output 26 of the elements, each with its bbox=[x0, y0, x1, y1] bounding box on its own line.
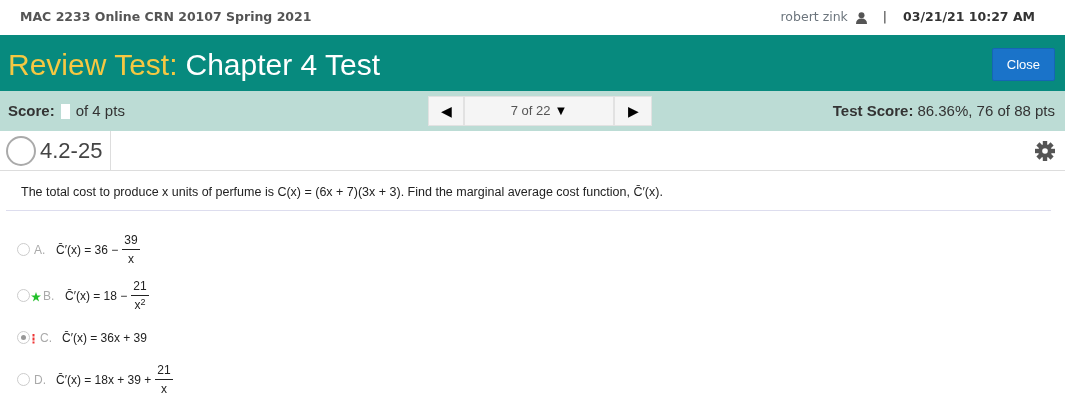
question-text: The total cost to produce x units of perfume is C(x) = (6x + 7)(3x + 3). Find the marginal average cost function, C̄′(x). bbox=[6, 171, 1051, 211]
settings-icon[interactable] bbox=[1035, 140, 1055, 161]
date-time: 03/21/21 10:27 AM bbox=[903, 8, 1035, 27]
option-letter: D. bbox=[34, 371, 47, 389]
score-suffix: of 4 pts bbox=[75, 100, 125, 121]
page-title-prefix: Review Test: bbox=[8, 47, 178, 83]
option-letter: A. bbox=[34, 241, 47, 259]
test-score-label: Test Score: bbox=[832, 100, 914, 121]
incorrect-mark-icon bbox=[32, 331, 36, 345]
user-name: robert zink bbox=[780, 8, 848, 27]
dropdown-icon: ▼ bbox=[554, 101, 568, 121]
course-title: MAC 2233 Online CRN 20107 Spring 2021 bbox=[20, 8, 312, 27]
option-letter: B. bbox=[43, 287, 56, 305]
next-button[interactable]: ▶ bbox=[614, 96, 652, 126]
page-title: Chapter 4 Test bbox=[185, 47, 381, 83]
previous-button[interactable]: ◀ bbox=[428, 96, 464, 126]
score-field bbox=[60, 103, 70, 119]
answer-formula: C̄′(x) = 36x + 39 bbox=[62, 329, 147, 347]
option-letter: C. bbox=[40, 329, 53, 347]
score-label: Score: bbox=[8, 100, 55, 121]
question-number: 4.2-25 bbox=[36, 130, 112, 171]
test-score: 86.36%, 76 of 88 pts bbox=[917, 100, 1055, 121]
user-icon bbox=[855, 11, 867, 24]
separator: | bbox=[882, 8, 888, 27]
question-selector[interactable]: 7 of 22 ▼ bbox=[464, 96, 614, 126]
close-button[interactable]: Close bbox=[991, 47, 1055, 82]
